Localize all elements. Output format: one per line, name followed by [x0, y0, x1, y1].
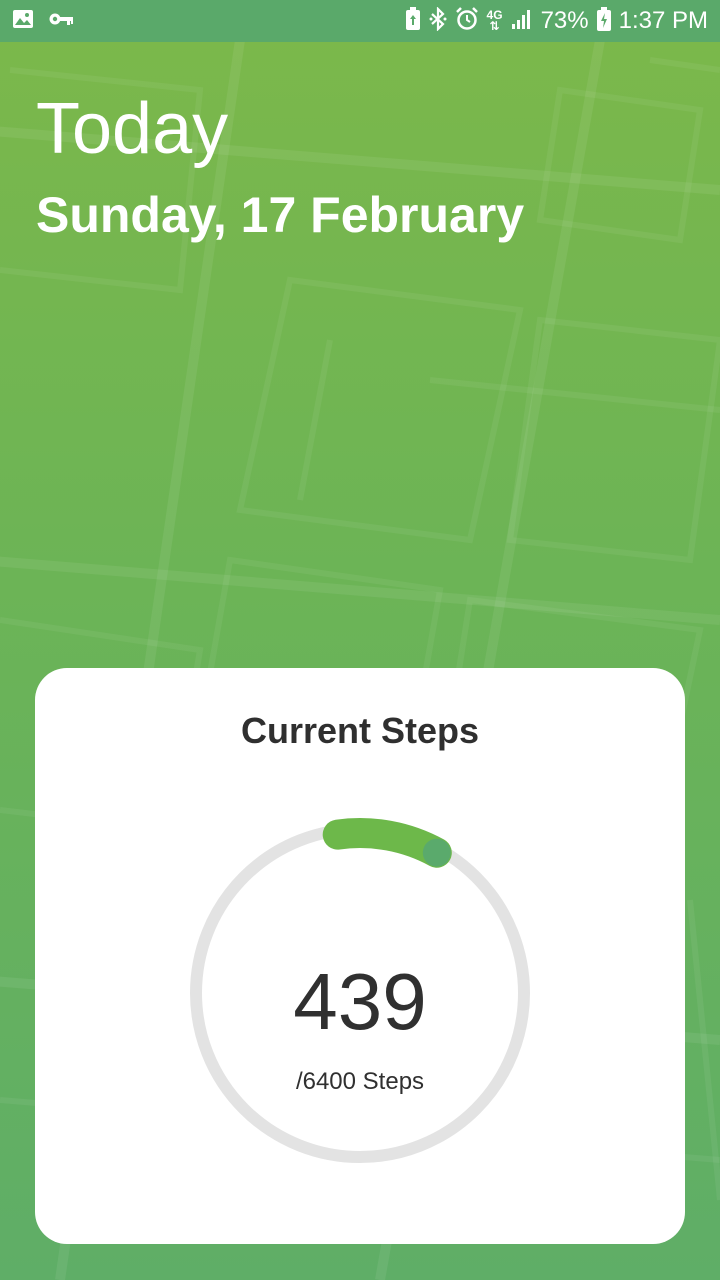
- status-bar-left: [12, 8, 88, 35]
- progress-knob[interactable]: [422, 838, 451, 867]
- card-title: Current Steps: [240, 710, 480, 751]
- battery-percent: 73%: [540, 7, 589, 34]
- current-date: Sunday, 17 February: [36, 187, 525, 243]
- progress-arc: [322, 818, 452, 868]
- data-arrows-icon: ⇅: [489, 19, 500, 33]
- signal-icon: [511, 8, 533, 35]
- page-title: Today: [36, 89, 229, 169]
- image-icon: [12, 8, 34, 35]
- key-icon: [48, 8, 74, 35]
- battery-charging-icon: [596, 6, 611, 36]
- status-bar: 4G ⇅ 73% 1:37 PM: [0, 0, 720, 42]
- current-steps-count: 439: [293, 957, 427, 1046]
- alarm-icon: [455, 6, 479, 36]
- bluetooth-icon: [429, 5, 447, 36]
- steps-card: Current Steps 439 /6400 Steps: [35, 668, 685, 1244]
- network-type: 4G ⇅: [487, 9, 503, 33]
- steps-goal-label: /6400 Steps: [295, 1068, 425, 1095]
- clock: 1:37 PM: [618, 7, 708, 34]
- status-bar-right: 4G ⇅ 73% 1:37 PM: [397, 5, 708, 36]
- battery-saver-icon: [405, 6, 421, 36]
